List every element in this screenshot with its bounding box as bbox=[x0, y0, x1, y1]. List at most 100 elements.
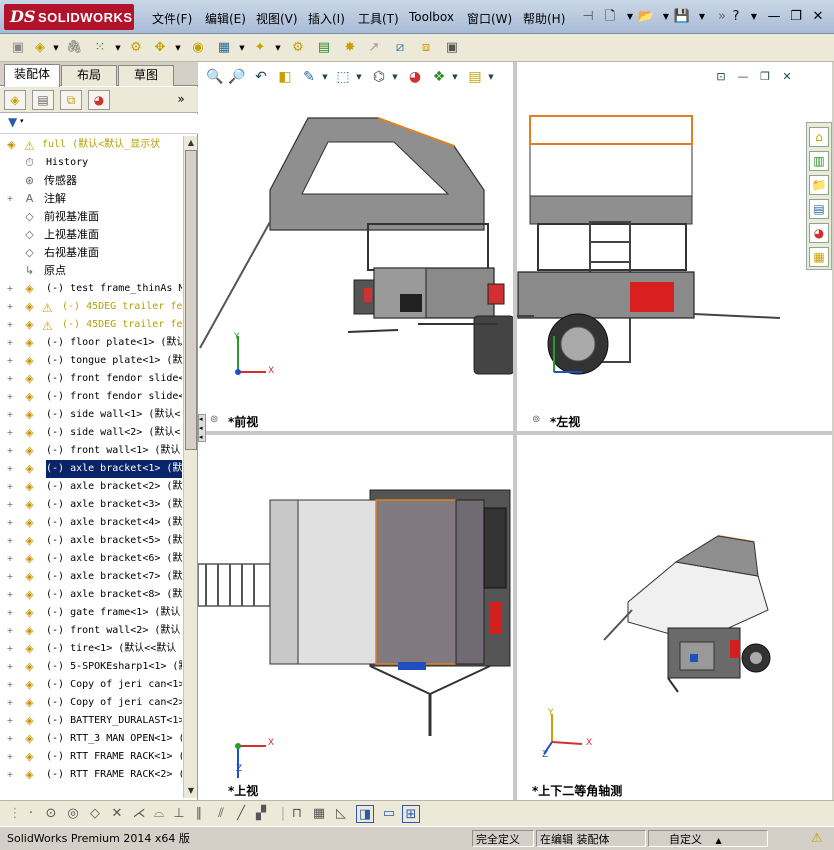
point-snap-icon[interactable]: · bbox=[22, 805, 40, 823]
pin-icon[interactable]: ⊣ bbox=[578, 7, 598, 27]
tree-item[interactable]: ⏱ History bbox=[0, 154, 182, 172]
configuration-manager-icon[interactable]: ⧉ bbox=[60, 90, 82, 110]
clearance-verification-icon[interactable]: ⧈ bbox=[416, 38, 436, 58]
tree-item[interactable]: + ◈ (-) side wall<1> (默认< bbox=[0, 406, 182, 424]
tree-item[interactable]: + ◈ ⚠ (-) 45DEG trailer fe bbox=[0, 316, 182, 334]
new-motion-study-icon[interactable]: ⚙ bbox=[288, 38, 308, 58]
expand-toggle-icon[interactable]: + bbox=[6, 771, 14, 779]
show-hidden-icon[interactable]: ◉ bbox=[188, 38, 208, 58]
expand-toggle-icon[interactable]: + bbox=[6, 591, 14, 599]
save-icon[interactable]: 💾 bbox=[672, 7, 692, 27]
tree-item[interactable]: ◇ 前视基准面 bbox=[0, 208, 182, 226]
close-icon[interactable]: ✕ bbox=[808, 7, 828, 27]
tree-item[interactable]: + ◈ (-) axle bracket<5> (默 bbox=[0, 532, 182, 550]
collapse-panel-handle[interactable]: ◂ ◂ ◂ bbox=[198, 414, 206, 442]
chevron-down-icon[interactable]: ▼ bbox=[692, 7, 712, 27]
bill-of-materials-icon[interactable]: ▤ bbox=[314, 38, 334, 58]
help-icon[interactable]: ? bbox=[726, 7, 746, 27]
hv-snap-icon[interactable]: ⫽ bbox=[212, 805, 230, 823]
expand-toggle-icon[interactable]: + bbox=[6, 483, 14, 491]
tree-item[interactable]: + ◈ (-) axle bracket<6> (默 bbox=[0, 550, 182, 568]
length-snap-icon[interactable]: ╱ bbox=[232, 805, 250, 823]
tree-item[interactable]: + ◈ (-) axle bracket<8> (默 bbox=[0, 586, 182, 604]
custom-properties-icon[interactable]: ▦ bbox=[809, 247, 829, 267]
assembly-features-icon[interactable]: ▦ bbox=[214, 38, 234, 58]
menu-file[interactable]: 文件(F) bbox=[152, 10, 192, 27]
expand-toggle-icon[interactable]: + bbox=[6, 321, 14, 329]
tree-item[interactable]: + ◈ (-) floor plate<1> (默认 bbox=[0, 334, 182, 352]
tree-item[interactable]: + ◈ ⚠ (-) 45DEG trailer fe bbox=[0, 298, 182, 316]
tangent-snap-icon[interactable]: ⌓ bbox=[150, 805, 168, 823]
tab-layout[interactable]: 布局 bbox=[61, 65, 117, 86]
expand-toggle-icon[interactable]: + bbox=[6, 555, 14, 563]
menu-edit[interactable]: 编辑(E) bbox=[205, 10, 246, 27]
tree-item[interactable]: + ◈ (-) RTT FRAME RACK<1> ( bbox=[0, 748, 182, 766]
smart-fasteners-icon[interactable]: ⚙ bbox=[126, 38, 146, 58]
expand-toggle-icon[interactable]: + bbox=[6, 645, 14, 653]
tree-item[interactable]: + ◈ (-) Copy of jeri can<1> bbox=[0, 676, 182, 694]
tree-item[interactable]: + ◈ (-) axle bracket<3> (默 bbox=[0, 496, 182, 514]
exploded-view-icon[interactable]: ✸ bbox=[340, 38, 360, 58]
display-manager-icon[interactable]: ◕ bbox=[88, 90, 110, 110]
design-library-icon[interactable]: ▥ bbox=[809, 151, 829, 171]
scroll-down-arrow-icon[interactable]: ▼ bbox=[184, 784, 198, 798]
restore-icon[interactable]: ❐ bbox=[786, 7, 806, 27]
expand-toggle-icon[interactable]: + bbox=[6, 537, 14, 545]
parallel-snap-icon[interactable]: ∥ bbox=[190, 805, 208, 823]
tree-item[interactable]: + ◈ (-) 5-SPOKEsharp1<1> (默 bbox=[0, 658, 182, 676]
scroll-thumb[interactable] bbox=[185, 150, 197, 450]
menu-view[interactable]: 视图(V) bbox=[256, 10, 298, 27]
menu-insert[interactable]: 插入(I) bbox=[308, 10, 345, 27]
tab-assembly[interactable]: 装配体 bbox=[4, 64, 60, 87]
move-component-icon[interactable]: ✥ bbox=[150, 38, 170, 58]
chevron-down-icon[interactable]: ▼ bbox=[232, 38, 252, 58]
view-palette-icon[interactable]: ▤ bbox=[809, 199, 829, 219]
chevron-down-icon[interactable]: ▼ bbox=[268, 38, 288, 58]
menu-tools[interactable]: 工具(T) bbox=[358, 10, 399, 27]
home-icon[interactable]: ⌂ bbox=[809, 127, 829, 147]
solidworks-logo[interactable]: DS SOLIDWORKS bbox=[4, 4, 134, 30]
tree-item[interactable]: + ◈ (-) axle bracket<1> (默 bbox=[0, 460, 182, 478]
minimize-icon[interactable]: — bbox=[764, 7, 784, 27]
component-icon[interactable]: ▣ bbox=[8, 38, 28, 58]
dimension-icon[interactable]: ⊓ bbox=[288, 805, 306, 823]
expand-toggle-icon[interactable]: + bbox=[6, 501, 14, 509]
interference-detection-icon[interactable]: ⧄ bbox=[390, 38, 410, 58]
unit-system-selector[interactable]: 自定义 ▲ bbox=[648, 830, 768, 847]
file-explorer-icon[interactable]: 📁 bbox=[809, 175, 829, 195]
reference-geometry-icon[interactable]: ✦ bbox=[250, 38, 270, 58]
chevron-down-icon[interactable]: ▾ bbox=[20, 117, 24, 125]
expand-toggle-icon[interactable]: + bbox=[6, 699, 14, 707]
expand-toggle-icon[interactable]: + bbox=[6, 447, 14, 455]
chevron-down-icon[interactable]: ▼ bbox=[46, 38, 66, 58]
linear-pattern-icon[interactable]: ⁙ bbox=[90, 38, 110, 58]
expand-toggle-icon[interactable]: + bbox=[6, 753, 14, 761]
expand-toggle-icon[interactable]: + bbox=[6, 357, 14, 365]
new-document-icon[interactable]: 🗋 bbox=[600, 7, 620, 27]
expand-toggle-icon[interactable]: + bbox=[6, 573, 14, 581]
expand-toggle-icon[interactable]: + bbox=[6, 303, 14, 311]
tree-item[interactable]: − ◈ ⚠ full (默认<默认_显示状 bbox=[0, 136, 182, 154]
expand-toggle-icon[interactable]: + bbox=[6, 681, 14, 689]
grid-snap-icon[interactable]: ▞ bbox=[252, 805, 270, 823]
rebuild-indicator-icon[interactable]: ⚠ bbox=[808, 830, 826, 847]
tree-item[interactable]: + A 注解 bbox=[0, 190, 182, 208]
grid-icon[interactable]: ▦ bbox=[310, 805, 328, 823]
tree-item[interactable]: + ◈ (-) tongue plate<1> (默 bbox=[0, 352, 182, 370]
chevron-down-icon[interactable]: ▼ bbox=[168, 38, 188, 58]
tree-item[interactable]: ⊛ 传感器 bbox=[0, 172, 182, 190]
feature-manager-tree-icon[interactable]: ◈ bbox=[4, 90, 26, 110]
tree-item[interactable]: + ◈ (-) Copy of jeri can<2> bbox=[0, 694, 182, 712]
chevron-down-icon[interactable]: ▼ bbox=[744, 7, 764, 27]
expand-toggle-icon[interactable]: + bbox=[6, 717, 14, 725]
shaded-view-icon[interactable]: ◨ bbox=[356, 805, 374, 823]
perpendicular-snap-icon[interactable]: ⊥ bbox=[170, 805, 188, 823]
chevron-down-icon[interactable]: ▼ bbox=[108, 38, 128, 58]
tree-item[interactable]: + ◈ (-) front fendor slide< bbox=[0, 388, 182, 406]
expand-toggle-icon[interactable]: + bbox=[6, 375, 14, 383]
expand-toggle-icon[interactable]: + bbox=[6, 663, 14, 671]
tab-sketch[interactable]: 草图 bbox=[118, 65, 174, 86]
tree-item[interactable]: + ◈ (-) axle bracket<7> (默 bbox=[0, 568, 182, 586]
single-view-icon[interactable]: ▭ bbox=[380, 805, 398, 823]
expand-toggle-icon[interactable]: + bbox=[6, 285, 14, 293]
